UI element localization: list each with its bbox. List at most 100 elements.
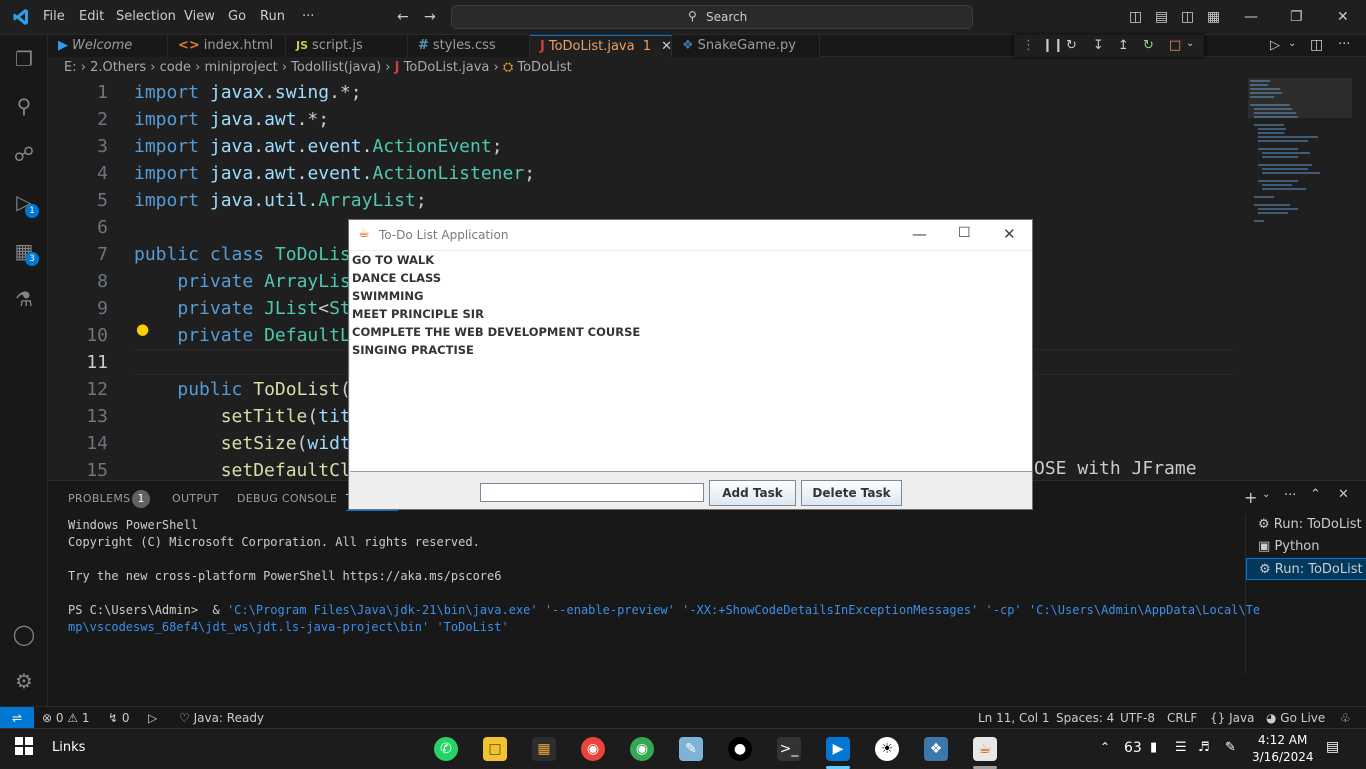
testing-icon[interactable]: ⚗ — [12, 287, 36, 311]
tab-script-js[interactable]: JS script.js — [286, 35, 408, 57]
task-item[interactable]: GO TO WALK — [352, 253, 434, 267]
links-toolbar[interactable]: Links — [52, 740, 85, 755]
chrome-icon[interactable]: ◉ — [630, 737, 654, 761]
breadcrumb-item[interactable]: miniproject — [204, 60, 277, 75]
tab-snakegame-py[interactable]: ❖ SnakeGame.py — [672, 35, 820, 57]
language-mode[interactable]: {} Java — [1210, 711, 1254, 725]
cursor-position[interactable]: Ln 11, Col 1 — [978, 711, 1050, 725]
breadcrumb-item[interactable]: code — [160, 60, 191, 75]
delete-task-button[interactable]: Delete Task — [801, 480, 902, 506]
debug-status-icon[interactable]: ▷ — [148, 711, 157, 725]
toggle-sidebar-icon[interactable]: ◫ — [1129, 9, 1142, 25]
notes-app-icon[interactable]: ✎ — [679, 737, 703, 761]
notification-center-icon[interactable]: ▤ — [1326, 739, 1339, 755]
tab-problems[interactable]: PROBLEMS — [68, 492, 130, 505]
close-tab-icon[interactable]: ✕ — [661, 39, 672, 54]
breadcrumb-item[interactable]: ToDoList — [517, 60, 571, 75]
terminal-item[interactable]: ⚙ Run: ToDoList — [1246, 558, 1366, 580]
task-input[interactable] — [480, 483, 704, 502]
store-icon[interactable]: ▦ — [532, 737, 556, 761]
add-task-button[interactable]: Add Task — [709, 480, 796, 506]
volume-icon[interactable]: ♬ — [1198, 740, 1210, 755]
line-ending[interactable]: CRLF — [1167, 711, 1197, 725]
terminal-item[interactable]: ▣ Python — [1246, 536, 1366, 558]
breadcrumb-item[interactable]: E: — [64, 60, 77, 75]
customize-layout-icon[interactable]: ▦ — [1207, 9, 1220, 25]
python-app-icon[interactable]: ❖ — [924, 737, 948, 761]
breadcrumb-item[interactable]: ToDoList.java — [404, 60, 490, 75]
vscode-app-icon[interactable]: ▶ — [826, 737, 850, 761]
terminal-item[interactable]: ⚙ Run: ToDoList — [1246, 514, 1366, 536]
minimap[interactable] — [1248, 78, 1352, 480]
windows-start-icon[interactable] — [12, 737, 36, 761]
tab-output[interactable]: OUTPUT — [172, 492, 219, 505]
tab-welcome[interactable]: ▶ Welcome — [48, 35, 168, 57]
java-status[interactable]: ♡ Java: Ready — [179, 711, 264, 725]
remote-indicator-icon[interactable]: ⇌ — [0, 707, 34, 729]
menu-selection[interactable]: Selection — [116, 9, 176, 24]
more-actions-icon[interactable]: ··· — [1338, 37, 1350, 52]
clock-time[interactable]: 4:12 AM — [1258, 733, 1307, 747]
ports-status[interactable]: ↯ 0 — [108, 711, 130, 725]
task-item[interactable]: MEET PRINCIPLE SIR — [352, 307, 484, 321]
file-explorer-icon[interactable]: □ — [483, 737, 507, 761]
tab-debug-console[interactable]: DEBUG CONSOLE — [237, 492, 337, 505]
encoding[interactable]: UTF-8 — [1120, 711, 1155, 725]
pause-icon[interactable]: ❙❙ — [1042, 38, 1064, 53]
battery-icon[interactable]: ▮ — [1150, 740, 1157, 755]
menu-edit[interactable]: Edit — [79, 9, 104, 24]
menu-run[interactable]: Run — [260, 9, 285, 24]
window-minimize-icon[interactable]: — — [912, 225, 927, 243]
tab-styles-css[interactable]: # styles.css — [408, 35, 530, 57]
run-file-icon[interactable]: ▷ — [1270, 38, 1280, 53]
chevron-down-icon[interactable]: ⌄ — [1288, 38, 1296, 49]
step-over-icon[interactable]: ↻ — [1066, 38, 1077, 53]
lightbulb-icon[interactable]: ● — [136, 320, 149, 338]
pen-icon[interactable]: ✎ — [1225, 740, 1236, 755]
tab-todolist-java[interactable]: J ToDoList.java 1 ✕ — [530, 35, 672, 57]
clock-date[interactable]: 3/16/2024 — [1252, 750, 1314, 764]
more-actions-icon[interactable]: ··· — [1284, 488, 1296, 503]
step-out-icon[interactable]: ↥ — [1118, 38, 1129, 53]
task-item[interactable]: DANCE CLASS — [352, 271, 441, 285]
whatsapp-icon[interactable]: ✆ — [434, 737, 458, 761]
toggle-panel-icon[interactable]: ▤ — [1155, 9, 1168, 25]
close-panel-icon[interactable]: ✕ — [1338, 487, 1349, 502]
stop-icon[interactable]: □ — [1169, 38, 1181, 53]
breadcrumb-item[interactable]: 2.Others — [90, 60, 146, 75]
back-arrow-icon[interactable]: ← — [397, 9, 409, 25]
tray-chevron-up-icon[interactable]: ⌃ — [1100, 740, 1110, 754]
temperature[interactable]: 63 — [1124, 740, 1142, 756]
breadcrumb-item[interactable]: Todollist(java) — [291, 60, 381, 75]
chevron-down-icon[interactable]: ⌄ — [1262, 489, 1270, 500]
window-maximize-icon[interactable]: ☐ — [958, 225, 971, 241]
menu-more[interactable]: ··· — [302, 9, 314, 24]
wifi-icon[interactable]: ☰ — [1175, 740, 1187, 755]
toggle-secondary-sidebar-icon[interactable]: ◫ — [1181, 9, 1194, 25]
task-item[interactable]: COMPLETE THE WEB DEVELOPMENT COURSE — [352, 325, 640, 339]
maximize-panel-icon[interactable]: ⌃ — [1310, 487, 1321, 502]
task-list[interactable]: GO TO WALK DANCE CLASS SWIMMING MEET PRI… — [350, 251, 1032, 472]
chrome-alt-icon[interactable]: ◉ — [581, 737, 605, 761]
indentation[interactable]: Spaces: 4 — [1056, 711, 1114, 725]
settings-gear-icon[interactable]: ⚙ — [12, 669, 36, 693]
drag-handle-icon[interactable]: ⋮ — [1022, 38, 1035, 53]
menu-view[interactable]: View — [184, 9, 215, 24]
todo-app-titlebar[interactable]: ☕ To-Do List Application — ☐ ✕ — [349, 220, 1032, 250]
chevron-down-icon[interactable]: ⌄ — [1186, 38, 1194, 49]
new-terminal-icon[interactable]: + — [1244, 488, 1257, 507]
accounts-icon[interactable]: ◯ — [12, 622, 36, 646]
notifications-bell-icon[interactable]: ♧ — [1340, 711, 1351, 725]
go-live[interactable]: ◕ Go Live — [1266, 711, 1325, 725]
restart-icon[interactable]: ↻ — [1143, 38, 1154, 53]
split-editor-icon[interactable]: ◫ — [1310, 37, 1323, 53]
menu-go[interactable]: Go — [228, 9, 246, 24]
github-icon[interactable]: ● — [728, 737, 752, 761]
source-control-icon[interactable]: ☍ — [12, 142, 36, 166]
forward-arrow-icon[interactable]: → — [424, 9, 436, 25]
java-app-icon[interactable]: ☕ — [973, 737, 997, 761]
problems-status[interactable]: ⊗ 0 ⚠ 1 — [42, 711, 90, 725]
step-into-icon[interactable]: ↧ — [1093, 38, 1104, 53]
window-close-icon[interactable]: ✕ — [1003, 225, 1016, 243]
command-search[interactable]: ⚲ Search — [451, 5, 973, 29]
